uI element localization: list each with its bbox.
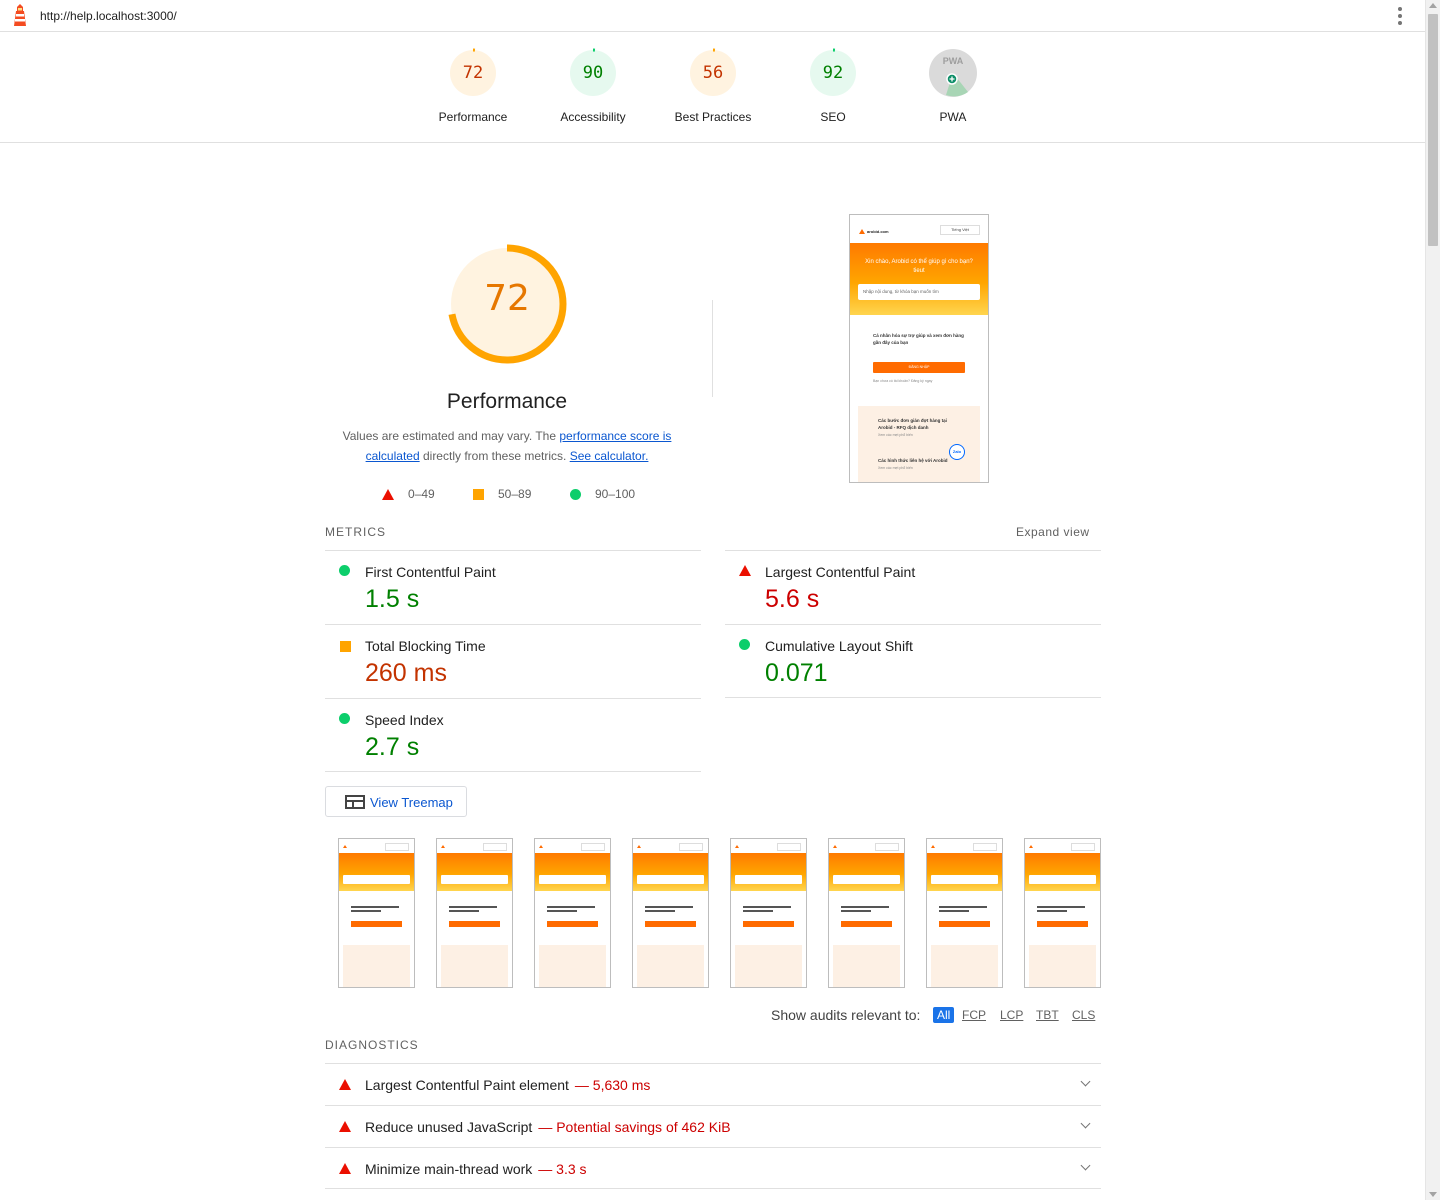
- zalo-icon: Zalo: [949, 444, 965, 460]
- scroll-down-icon[interactable]: [1429, 1192, 1437, 1197]
- pass-circle-icon: [739, 639, 750, 650]
- filter-fcp[interactable]: FCP: [958, 1007, 990, 1023]
- triangle-icon: [382, 488, 394, 500]
- circle-icon: [570, 488, 581, 500]
- fail-triangle-icon: [339, 1121, 351, 1132]
- audit-lcp-element[interactable]: Largest Contentful Paint element — 5,630 …: [325, 1063, 1101, 1105]
- legend-fail: 0–49: [382, 487, 435, 501]
- legend-average: 50–89: [473, 487, 531, 501]
- filmstrip-frame: [926, 838, 1003, 988]
- score-accessibility: 90: [582, 63, 604, 83]
- metric-si: Speed Index 2.7 s: [325, 698, 701, 772]
- gauge-pwa[interactable]: PWA PWA: [893, 48, 1013, 124]
- gauge-seo[interactable]: 92 SEO: [773, 48, 893, 124]
- filmstrip-frame: [436, 838, 513, 988]
- view-treemap-button[interactable]: View Treemap: [325, 786, 467, 817]
- fail-triangle-icon: [739, 565, 751, 576]
- pass-circle-icon: [339, 565, 350, 576]
- filmstrip-frame: [828, 838, 905, 988]
- gauge-performance[interactable]: 72 Performance: [413, 48, 533, 124]
- label-best-practices: Best Practices: [674, 110, 752, 124]
- audit-unused-js[interactable]: Reduce unused JavaScript — Potential savi…: [325, 1105, 1101, 1147]
- label-performance: Performance: [438, 110, 508, 124]
- filter-lcp[interactable]: LCP: [996, 1007, 1027, 1023]
- screenshot-logo: arobid.com: [859, 229, 889, 234]
- score-performance: 72: [462, 63, 484, 83]
- screenshot-lang: Tiếng Việt: [940, 225, 980, 235]
- url-bar: http://help.localhost:3000/: [0, 0, 1425, 32]
- metric-fcp: First Contentful Paint 1.5 s: [325, 550, 701, 624]
- filter-tbt[interactable]: TBT: [1032, 1007, 1063, 1023]
- gauge-best-practices[interactable]: 56 Best Practices: [653, 48, 773, 124]
- average-square-icon: [340, 641, 351, 652]
- score-seo: 92: [822, 63, 844, 83]
- audit-filter-label: Show audits relevant to:: [771, 1007, 921, 1023]
- performance-score: 72: [484, 278, 530, 319]
- chevron-down-icon[interactable]: [1080, 1076, 1091, 1087]
- fail-triangle-icon: [339, 1163, 351, 1174]
- lighthouse-icon: [14, 4, 26, 26]
- square-icon: [473, 488, 484, 500]
- pwa-badge-icon: PWA: [929, 49, 977, 97]
- metric-lcp: Largest Contentful Paint 5.6 s: [725, 550, 1101, 624]
- expand-view-toggle[interactable]: Expand view: [1016, 525, 1090, 539]
- legend-pass: 90–100: [570, 487, 635, 501]
- filter-all[interactable]: All: [933, 1007, 955, 1023]
- diagnostics-title: DIAGNOSTICS: [325, 1038, 419, 1052]
- filmstrip-frame: [632, 838, 709, 988]
- score-best-practices: 56: [702, 63, 724, 83]
- category-scores: 72 Performance 90 Accessibility 56 Best …: [0, 32, 1425, 143]
- metric-cls: Cumulative Layout Shift 0.071: [725, 624, 1101, 698]
- label-accessibility: Accessibility: [560, 110, 626, 124]
- more-options-icon[interactable]: [1394, 6, 1406, 26]
- report-url: http://help.localhost:3000/: [40, 9, 177, 23]
- filmstrip-frame: [338, 838, 415, 988]
- chevron-down-icon[interactable]: [1080, 1160, 1091, 1171]
- screenshot-search: Nhập nội dung, từ khóa bạn muốn tìm: [858, 284, 980, 300]
- performance-title: Performance: [446, 390, 568, 413]
- label-pwa: PWA: [939, 110, 967, 124]
- final-screenshot[interactable]: arobid.com Tiếng Việt Xin chào, Arobid c…: [849, 214, 989, 483]
- scroll-up-icon[interactable]: [1429, 3, 1437, 8]
- performance-gauge: 72: [445, 242, 569, 366]
- filmstrip-frame: [730, 838, 807, 988]
- filmstrip-frame: [1024, 838, 1101, 988]
- filter-cls[interactable]: CLS: [1068, 1007, 1099, 1023]
- filmstrip-frame: [534, 838, 611, 988]
- divider: [712, 300, 713, 397]
- audit-main-thread[interactable]: Minimize main-thread work — 3.3 s: [325, 1147, 1101, 1189]
- pass-circle-icon: [339, 713, 350, 724]
- scroll-thumb[interactable]: [1428, 14, 1438, 246]
- performance-description: Values are estimated and may vary. The p…: [342, 429, 672, 463]
- metrics-title: METRICS: [325, 525, 386, 539]
- fail-triangle-icon: [339, 1079, 351, 1090]
- calculator-link[interactable]: See calculator.: [570, 449, 649, 463]
- treemap-icon: [345, 795, 365, 809]
- scrollbar[interactable]: [1425, 0, 1440, 1200]
- metric-tbt: Total Blocking Time 260 ms: [325, 624, 701, 698]
- pwa-badge-text: PWA: [943, 56, 964, 66]
- label-seo: SEO: [820, 110, 846, 124]
- gauge-accessibility[interactable]: 90 Accessibility: [533, 48, 653, 124]
- chevron-down-icon[interactable]: [1080, 1118, 1091, 1129]
